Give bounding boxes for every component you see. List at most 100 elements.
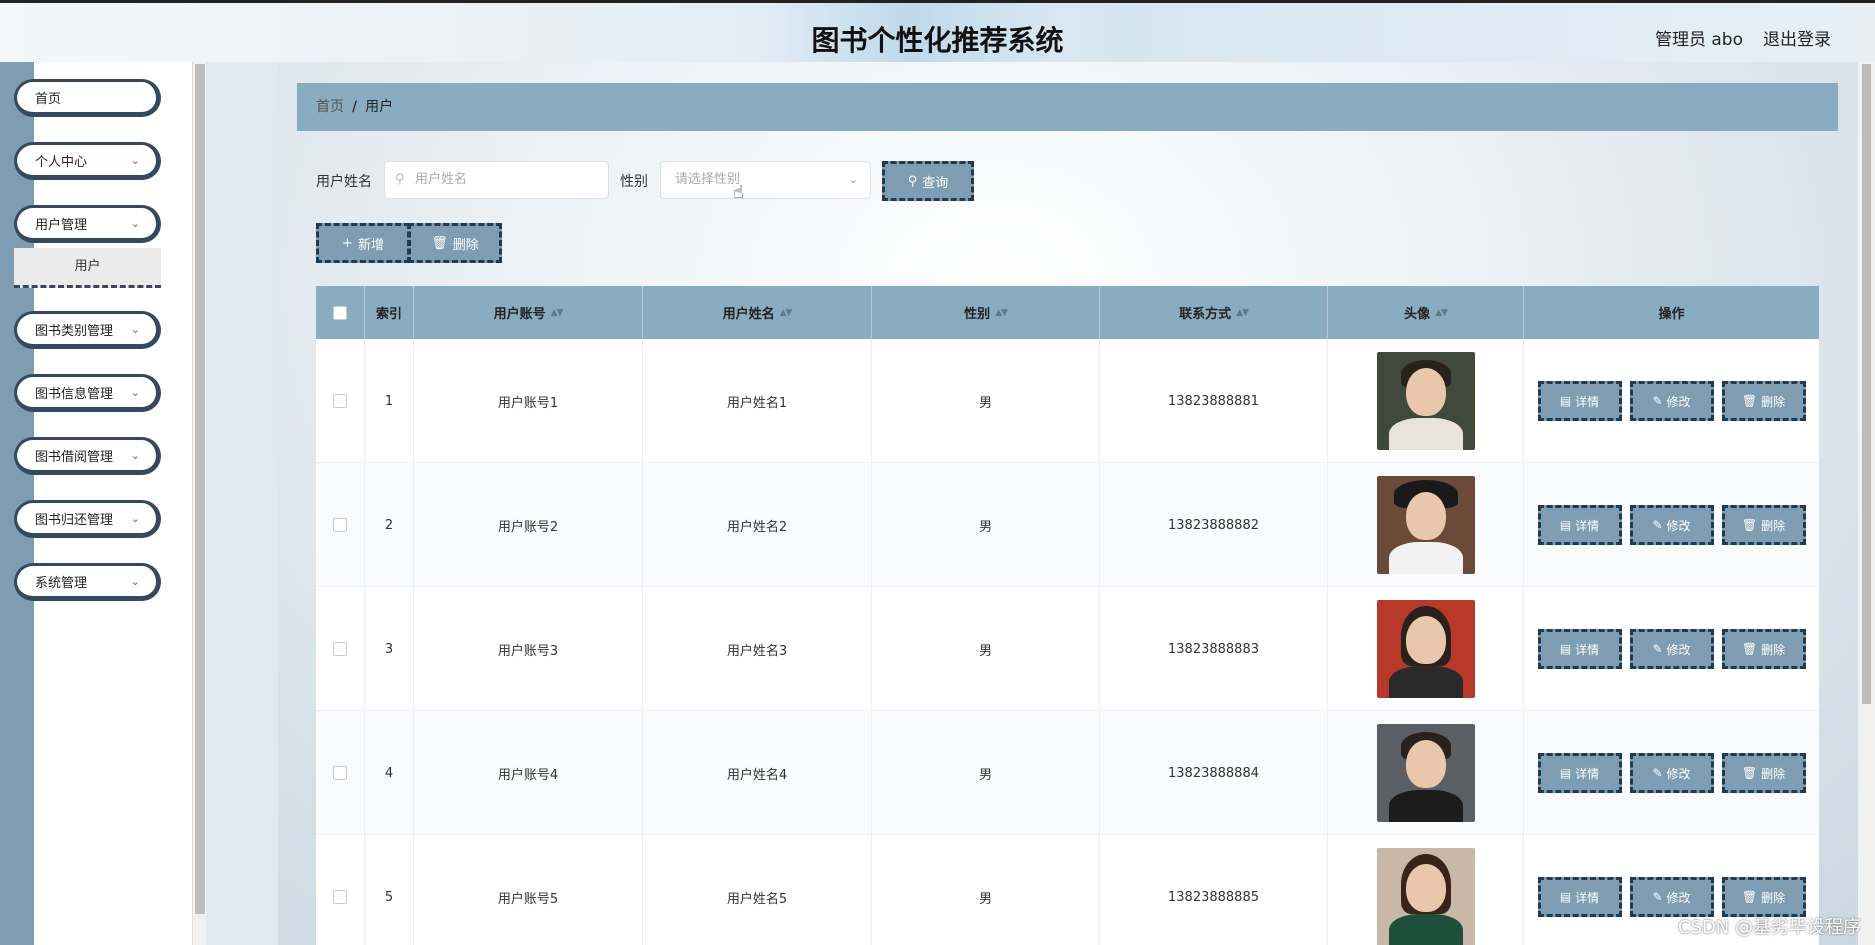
name-search-input[interactable]: ⚲ 用户姓名 [384, 161, 609, 199]
query-button[interactable]: ⚲ 查询 [882, 161, 974, 201]
account-cell: 用户账号2 [414, 463, 643, 587]
gender-cell: 男 [872, 339, 1100, 463]
actions-cell: ▤ 详情 ✎ 修改 🗑 删除 [1524, 711, 1819, 835]
gender-select[interactable]: 请选择性别 ⌄ [660, 161, 871, 199]
sidebar-item-user-management[interactable]: 用户管理 ⌄ [14, 205, 161, 243]
account-cell: 用户账号5 [414, 835, 643, 945]
delete-button[interactable]: 🗑 删除 [1721, 753, 1806, 793]
main-scrollbar[interactable] [1858, 62, 1875, 945]
actions-cell: ▤ 详情 ✎ 修改 🗑 删除 [1524, 463, 1819, 587]
delete-button[interactable]: 🗑 删除 [1721, 381, 1806, 421]
trash-icon: 🗑 [1741, 394, 1758, 408]
sort-icon[interactable]: ▲▼ [995, 308, 1008, 318]
edit-button[interactable]: ✎ 修改 [1629, 629, 1714, 669]
detail-button[interactable]: ▤ 详情 [1537, 381, 1622, 421]
detail-button[interactable]: ▤ 详情 [1537, 877, 1622, 917]
sidebar-scrollbar[interactable] [192, 62, 206, 945]
edit-button[interactable]: ✎ 修改 [1629, 381, 1714, 421]
row-checkbox[interactable] [333, 518, 347, 532]
chevron-down-icon: ⌄ [130, 154, 140, 167]
column-header-account[interactable]: 用户账号 ▲▼ [414, 286, 643, 339]
breadcrumb-current: 用户 [365, 99, 394, 115]
column-header-phone[interactable]: 联系方式 ▲▼ [1100, 286, 1328, 339]
row-checkbox[interactable] [333, 642, 347, 656]
chevron-down-icon: ⌄ [130, 323, 140, 336]
edit-button[interactable]: ✎ 修改 [1629, 753, 1714, 793]
detail-button-label: 详情 [1575, 766, 1600, 781]
row-checkbox[interactable] [333, 766, 347, 780]
gender-cell: 男 [872, 463, 1100, 587]
logout-link[interactable]: 退出登录 [1763, 25, 1831, 50]
sort-icon[interactable]: ▲▼ [1435, 308, 1448, 318]
edit-icon: ✎ [1652, 394, 1663, 408]
delete-button-label: 删除 [1761, 766, 1786, 781]
phone-cell: 13823888883 [1100, 587, 1328, 711]
edit-button-label: 修改 [1666, 642, 1691, 657]
sort-icon[interactable]: ▲▼ [1236, 308, 1249, 318]
gender-filter-label: 性别 [620, 174, 648, 190]
trash-icon: 🗑 [431, 235, 448, 251]
column-header-label: 性别 [964, 307, 991, 322]
main-scroll-thumb[interactable] [1862, 64, 1871, 704]
delete-button[interactable]: 🗑 删除 [1721, 505, 1806, 545]
select-all-checkbox[interactable] [333, 305, 347, 320]
column-header-gender[interactable]: 性别 ▲▼ [872, 286, 1100, 339]
trash-icon: 🗑 [1741, 890, 1758, 904]
column-header-avatar[interactable]: 头像 ▲▼ [1328, 286, 1524, 339]
sort-icon[interactable]: ▲▼ [551, 308, 564, 318]
sidebar-item-book-borrow[interactable]: 图书借阅管理 ⌄ [14, 437, 161, 475]
breadcrumb-home[interactable]: 首页 [316, 99, 344, 115]
edit-button[interactable]: ✎ 修改 [1629, 505, 1714, 545]
edit-button[interactable]: ✎ 修改 [1629, 877, 1714, 917]
table-row: 2 用户账号2 用户姓名2 男 13823888882 ▤ 详情 ✎ 修改 🗑 删除 [316, 463, 1819, 587]
row-checkbox[interactable] [333, 394, 347, 408]
table-row: 1 用户账号1 用户姓名1 男 13823888881 ▤ 详情 ✎ 修改 🗑 删除 [316, 339, 1819, 463]
edit-icon: ✎ [1652, 642, 1663, 656]
row-checkbox[interactable] [333, 890, 347, 904]
breadcrumb-separator: / [352, 99, 358, 115]
index-cell: 2 [365, 463, 414, 587]
index-cell: 3 [365, 587, 414, 711]
detail-button[interactable]: ▤ 详情 [1537, 505, 1622, 545]
sidebar-item-system[interactable]: 系统管理 ⌄ [14, 563, 161, 601]
avatar-body [1388, 790, 1463, 822]
sidebar-scroll-thumb[interactable] [195, 64, 205, 914]
sidebar-subitem-user[interactable]: 用户 [14, 248, 161, 288]
sort-icon[interactable]: ▲▼ [780, 308, 793, 318]
delete-button[interactable]: 🗑 删除 [1721, 629, 1806, 669]
document-icon: ▤ [1559, 766, 1572, 780]
delete-button-label: 删除 [1761, 394, 1786, 409]
sidebar-item-book-info[interactable]: 图书信息管理 ⌄ [14, 374, 161, 412]
column-header-label: 操作 [1658, 307, 1685, 322]
chevron-up-icon: ⌄ [130, 217, 140, 230]
detail-button[interactable]: ▤ 详情 [1537, 629, 1622, 669]
avatar-cell [1328, 339, 1524, 463]
account-cell: 用户账号3 [414, 587, 643, 711]
name-cell: 用户姓名2 [643, 463, 872, 587]
detail-button[interactable]: ▤ 详情 [1537, 753, 1622, 793]
table-row: 5 用户账号5 用户姓名5 男 13823888885 ▤ 详情 ✎ 修改 🗑 删除 [316, 835, 1819, 945]
delete-button[interactable]: 🗑 删除 [1721, 877, 1806, 917]
name-search-placeholder: 用户姓名 [415, 172, 468, 187]
chevron-down-icon: ⌄ [130, 575, 140, 588]
gender-cell: 男 [872, 587, 1100, 711]
search-icon: ⚲ [395, 172, 405, 187]
sidebar-item-label: 图书归还管理 [35, 512, 114, 528]
sidebar-item-book-return[interactable]: 图书归还管理 ⌄ [14, 500, 161, 538]
sidebar-item-home[interactable]: 首页 [14, 79, 161, 117]
sidebar-item-personal-center[interactable]: 个人中心 ⌄ [14, 142, 161, 180]
batch-delete-button[interactable]: 🗑 删除 [408, 223, 502, 263]
gender-cell: 男 [872, 711, 1100, 835]
add-button[interactable]: + 新增 [316, 223, 410, 263]
edit-button-label: 修改 [1666, 518, 1691, 533]
avatar-cell [1328, 587, 1524, 711]
avatar-face [1405, 492, 1446, 540]
name-cell: 用户姓名3 [643, 587, 872, 711]
sidebar-item-book-category[interactable]: 图书类别管理 ⌄ [14, 311, 161, 349]
column-header-name[interactable]: 用户姓名 ▲▼ [643, 286, 872, 339]
table-row: 4 用户账号4 用户姓名4 男 13823888884 ▤ 详情 ✎ 修改 🗑 删除 [316, 711, 1819, 835]
column-header-label: 用户账号 [493, 307, 546, 322]
avatar [1376, 848, 1475, 945]
avatar-body [1388, 666, 1463, 698]
table-row: 3 用户账号3 用户姓名3 男 13823888883 ▤ 详情 ✎ 修改 🗑 删除 [316, 587, 1819, 711]
